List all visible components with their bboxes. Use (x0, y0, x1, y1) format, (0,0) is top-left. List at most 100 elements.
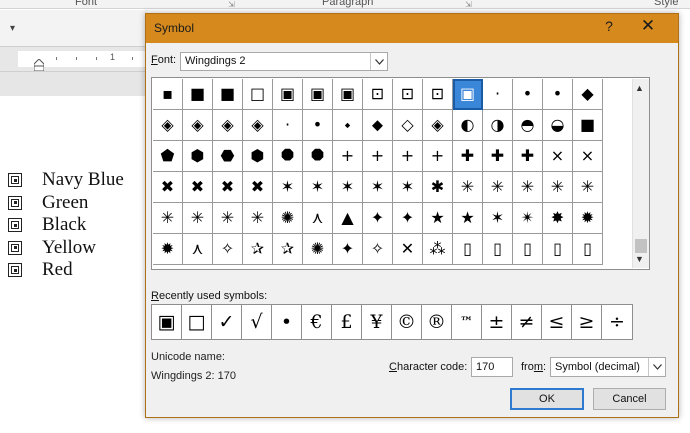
symbol-cell[interactable]: • (303, 110, 333, 141)
symbol-cell[interactable]: ✶ (333, 172, 363, 203)
list-item[interactable]: Red (8, 259, 124, 282)
symbol-cell[interactable]: ✳ (213, 203, 243, 234)
dialog-launcher-icon[interactable]: ⇲ (465, 0, 472, 9)
ok-button[interactable]: OK (510, 388, 584, 410)
symbol-cell[interactable]: ✦ (333, 234, 363, 265)
symbol-cell[interactable]: ✳ (483, 172, 513, 203)
symbol-cell[interactable]: ✖ (153, 172, 183, 203)
symbol-cell[interactable]: + (333, 141, 363, 172)
symbol-cell[interactable]: ⬢ (183, 141, 213, 172)
symbol-cell[interactable]: ✱ (423, 172, 453, 203)
symbol-cell[interactable]: · (483, 79, 513, 110)
ribbon-group-style[interactable]: Style (654, 0, 678, 8)
symbol-cell[interactable]: ◓ (513, 110, 543, 141)
symbol-cell[interactable]: ⯃ (303, 141, 333, 172)
symbol-cell[interactable]: ✳ (453, 172, 483, 203)
symbol-cell[interactable]: ✳ (543, 172, 573, 203)
symbol-grid-scrollbar[interactable]: ▲ ▼ (632, 79, 649, 268)
ribbon-group-paragraph[interactable]: Paragraph (322, 0, 373, 8)
symbol-cell[interactable]: ⊡ (393, 79, 423, 110)
symbol-cell[interactable]: ✧ (213, 234, 243, 265)
symbol-cell[interactable]: ✦ (393, 203, 423, 234)
symbol-cell[interactable]: ▲ (333, 203, 363, 234)
symbol-cell[interactable]: ✶ (273, 172, 303, 203)
symbol-cell[interactable]: ■ (183, 79, 213, 110)
symbol-cell[interactable]: ✖ (183, 172, 213, 203)
recent-symbol-cell[interactable]: √ (242, 305, 272, 339)
symbol-cell[interactable]: ▣ (303, 79, 333, 110)
symbol-cell[interactable]: + (423, 141, 453, 172)
close-button[interactable]: ✕ (639, 16, 657, 36)
symbol-cell[interactable]: ⊡ (363, 79, 393, 110)
ribbon-group-font[interactable]: Font (75, 0, 97, 8)
dialog-launcher-icon[interactable]: ⇲ (228, 0, 235, 9)
symbol-cell[interactable]: ⁂ (423, 234, 453, 265)
symbol-cell[interactable]: ✳ (153, 203, 183, 234)
symbol-cell[interactable]: ⬩ (333, 110, 363, 141)
symbol-cell[interactable]: ◒ (543, 110, 573, 141)
symbol-cell[interactable]: ✳ (183, 203, 213, 234)
symbol-cell[interactable]: ▣ (273, 79, 303, 110)
chevron-down-icon[interactable] (648, 358, 665, 376)
symbol-cell[interactable]: ★ (423, 203, 453, 234)
symbol-cell[interactable]: ✰ (273, 234, 303, 265)
recent-symbol-cell[interactable]: ✓ (212, 305, 242, 339)
symbol-cell[interactable]: ✚ (453, 141, 483, 172)
symbol-cell[interactable]: • (543, 79, 573, 110)
symbol-grid[interactable]: ▪■■□▣▣▣⊡⊡⊡▣·••◆◇◈◈◈◈·•⬩⬥◇◈◐◑◓◒■◆⬟⬢⬣⬢⯃⯃++… (153, 79, 633, 265)
symbol-cell[interactable]: □ (243, 79, 273, 110)
scrollbar-thumb[interactable] (635, 239, 647, 253)
symbol-cell[interactable]: ▣ (333, 79, 363, 110)
symbol-cell[interactable]: + (363, 141, 393, 172)
symbol-cell[interactable]: ⊡ (423, 79, 453, 110)
symbol-cell[interactable]: ▯ (483, 234, 513, 265)
symbol-cell[interactable]: ✳ (243, 203, 273, 234)
recent-symbol-cell[interactable]: ≠ (512, 305, 542, 339)
qat-chevron-icon[interactable]: ▾ (10, 23, 15, 34)
font-select[interactable]: Wingdings 2 (180, 52, 388, 71)
symbol-cell[interactable]: · (273, 110, 303, 141)
help-button[interactable]: ? (601, 18, 617, 34)
symbol-cell[interactable]: ✰ (243, 234, 273, 265)
symbol-cell[interactable]: ★ (453, 203, 483, 234)
symbol-cell[interactable]: ◈ (423, 110, 453, 141)
symbol-cell[interactable]: ⬥ (363, 110, 393, 141)
symbol-cell[interactable]: ▯ (453, 234, 483, 265)
recent-symbol-cell[interactable]: □ (182, 305, 212, 339)
symbol-cell[interactable]: ✳ (513, 172, 543, 203)
symbol-cell[interactable]: ⬣ (213, 141, 243, 172)
recent-symbol-cell[interactable]: • (272, 305, 302, 339)
recent-symbol-cell[interactable]: € (302, 305, 332, 339)
symbol-cell[interactable]: ⬟ (153, 141, 183, 172)
symbol-cell[interactable]: ▯ (513, 234, 543, 265)
symbol-cell[interactable]: × (543, 141, 573, 172)
recent-symbol-cell[interactable]: ± (482, 305, 512, 339)
symbol-cell[interactable]: ✶ (483, 203, 513, 234)
symbol-cell[interactable]: ⋏ (303, 203, 333, 234)
recent-symbol-cell[interactable]: ¥ (362, 305, 392, 339)
symbol-cell[interactable]: ■ (213, 79, 243, 110)
symbol-cell[interactable]: ◇ (393, 110, 423, 141)
symbol-cell[interactable]: + (393, 141, 423, 172)
symbol-cell[interactable]: • (513, 79, 543, 110)
recent-symbol-cell[interactable]: ÷ (602, 305, 632, 339)
symbol-cell[interactable]: ◈ (183, 110, 213, 141)
chevron-down-icon[interactable] (370, 53, 387, 70)
symbol-cell[interactable]: ■ (573, 110, 603, 141)
recent-symbol-cell[interactable]: © (392, 305, 422, 339)
symbol-cell[interactable]: ◈ (213, 110, 243, 141)
recent-symbol-cell[interactable]: ▣ (152, 305, 182, 339)
symbol-cell[interactable]: ◐ (453, 110, 483, 141)
symbol-cell[interactable]: ✺ (273, 203, 303, 234)
scroll-down-icon[interactable]: ▼ (635, 254, 644, 264)
symbol-cell[interactable]: ⯃ (273, 141, 303, 172)
recent-symbol-cell[interactable]: ≥ (572, 305, 602, 339)
symbol-cell[interactable]: ◆ (573, 79, 603, 110)
symbol-cell[interactable]: ✹ (153, 234, 183, 265)
symbol-cell[interactable]: ✶ (363, 172, 393, 203)
symbol-cell[interactable]: ✚ (513, 141, 543, 172)
indent-marker-icon[interactable] (34, 59, 44, 71)
recent-symbol-cell[interactable]: ≤ (542, 305, 572, 339)
recent-symbol-cell[interactable]: £ (332, 305, 362, 339)
list-item[interactable]: Black (8, 214, 124, 237)
